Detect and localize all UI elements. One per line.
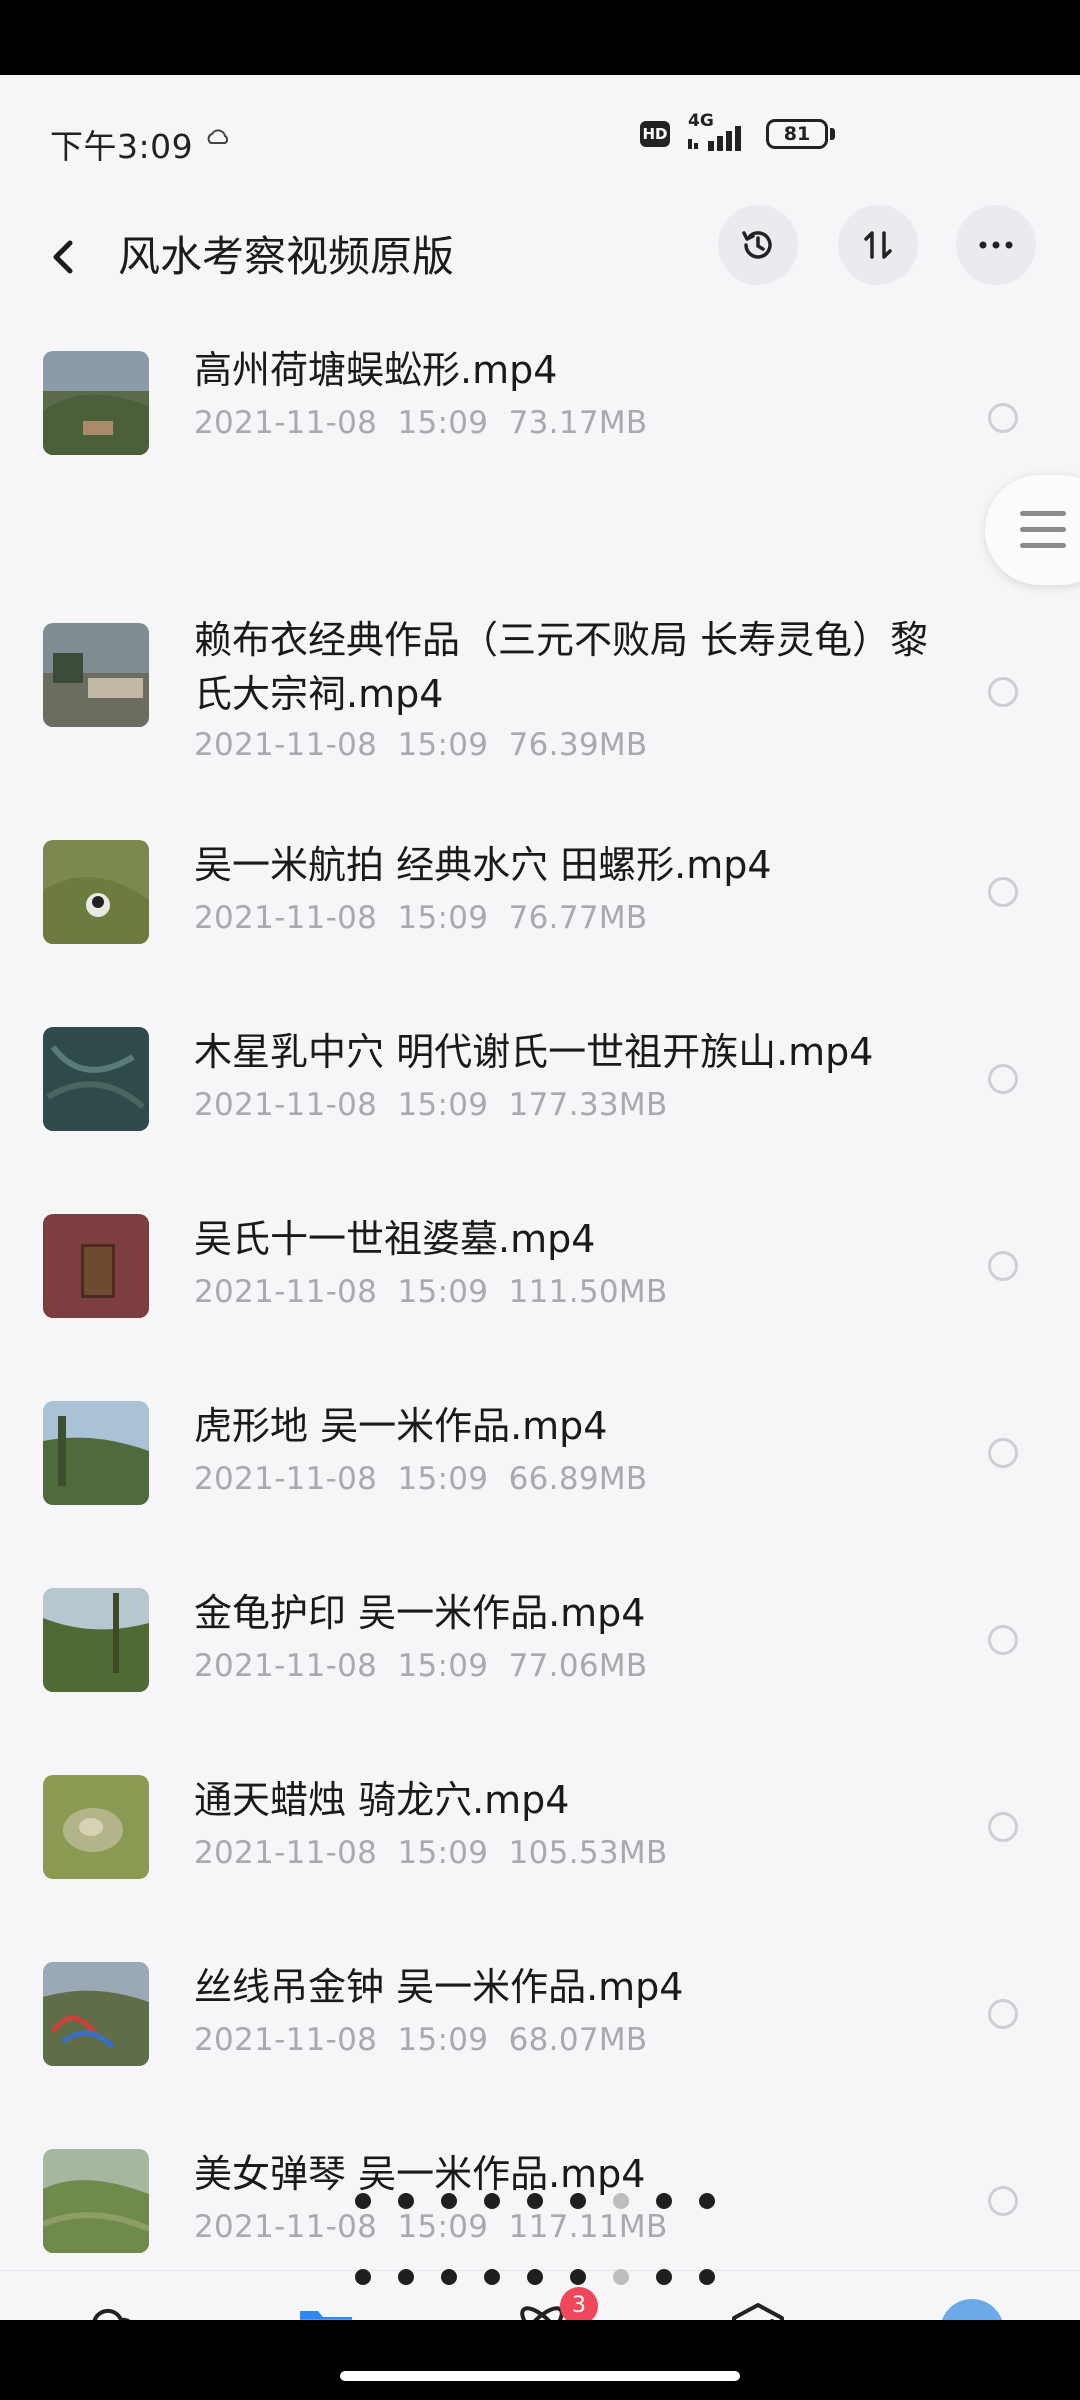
file-meta: 2021-11-08 15:09 73.17MB xyxy=(194,405,648,441)
battery-indicator: 81 xyxy=(766,119,828,149)
file-meta: 2021-11-08 15:09 68.07MB xyxy=(194,2022,648,2058)
dot xyxy=(441,2269,457,2285)
dot xyxy=(527,2269,543,2285)
home-indicator[interactable] xyxy=(340,2371,740,2381)
floating-menu-handle[interactable] xyxy=(985,475,1080,585)
file-meta: 2021-11-08 15:09 111.50MB xyxy=(194,1274,668,1310)
video-thumbnail xyxy=(43,1214,149,1318)
file-meta: 2021-11-08 15:09 76.77MB xyxy=(194,900,648,936)
dot xyxy=(484,2193,500,2209)
file-name: 赖布衣经典作品（三元不败局 长寿灵龟）黎氏大宗祠.mp4 xyxy=(194,618,929,716)
select-checkbox[interactable] xyxy=(988,677,1018,707)
dot xyxy=(699,2193,715,2209)
page-title: 风水考察视频原版 xyxy=(118,232,455,281)
back-button[interactable] xyxy=(40,225,90,290)
dot xyxy=(355,2193,371,2209)
select-checkbox[interactable] xyxy=(988,1064,1018,1094)
file-name: 高州荷塘蜈蚣形.mp4 xyxy=(194,348,558,392)
select-checkbox[interactable] xyxy=(988,1625,1018,1655)
status-time: 下午3:09 xyxy=(50,127,194,166)
sort-button[interactable] xyxy=(838,205,918,285)
dot xyxy=(613,2269,629,2285)
file-name: 通天蜡烛 骑龙穴.mp4 xyxy=(194,1778,570,1822)
folder-icon xyxy=(300,2311,352,2320)
file-meta: 2021-11-08 15:09 177.33MB xyxy=(194,1087,668,1123)
dot xyxy=(398,2269,414,2285)
select-checkbox[interactable] xyxy=(988,1999,1018,2029)
avatar xyxy=(940,2299,1004,2320)
video-thumbnail xyxy=(43,1962,149,2066)
file-meta: 2021-11-08 15:09 66.89MB xyxy=(194,1461,648,1497)
dot xyxy=(656,2193,672,2209)
file-meta: 2021-11-08 15:09 105.53MB xyxy=(194,1835,668,1871)
status-indicators: HD 4G 81 xyxy=(640,111,840,155)
more-icon xyxy=(979,241,1013,249)
app-screen: 下午3:09 HD 4G 81 风水考察视频原版 高州荷塘蜈蚣形.mp4 202… xyxy=(0,75,1080,2320)
signal-icon xyxy=(688,126,741,151)
battery-tip xyxy=(830,128,835,140)
select-checkbox[interactable] xyxy=(988,2186,1018,2216)
history-icon xyxy=(742,231,772,259)
select-checkbox[interactable] xyxy=(988,403,1018,433)
video-thumbnail xyxy=(43,1401,149,1505)
bottom-bezel xyxy=(0,2320,1080,2400)
file-name: 金龟护印 吴一米作品.mp4 xyxy=(194,1591,646,1635)
dot xyxy=(656,2269,672,2285)
dot xyxy=(570,2193,586,2209)
select-checkbox[interactable] xyxy=(988,1438,1018,1468)
file-name: 吴一米航拍 经典水穴 田螺形.mp4 xyxy=(194,843,772,887)
dot-pattern-overlay xyxy=(355,2193,735,2320)
video-thumbnail xyxy=(43,351,149,455)
dot xyxy=(527,2193,543,2209)
video-thumbnail xyxy=(43,840,149,944)
hd-badge: HD xyxy=(640,121,670,147)
dot xyxy=(355,2269,371,2285)
video-thumbnail xyxy=(43,2149,149,2253)
select-checkbox[interactable] xyxy=(988,877,1018,907)
dot xyxy=(699,2269,715,2285)
file-name: 丝线吊金钟 吴一米作品.mp4 xyxy=(194,1965,684,2009)
video-thumbnail xyxy=(43,1775,149,1879)
video-thumbnail xyxy=(43,1588,149,1692)
cloud-icon xyxy=(92,2308,130,2320)
sort-icon xyxy=(864,231,892,259)
dot xyxy=(613,2193,629,2209)
file-meta: 2021-11-08 15:09 77.06MB xyxy=(194,1648,648,1684)
menu-line xyxy=(1020,527,1066,532)
history-button[interactable] xyxy=(718,205,798,285)
dot xyxy=(484,2269,500,2285)
file-name: 虎形地 吴一米作品.mp4 xyxy=(194,1404,608,1448)
video-thumbnail xyxy=(43,623,149,727)
file-meta: 2021-11-08 15:09 76.39MB xyxy=(194,727,648,763)
cloud-sync-icon xyxy=(207,129,229,144)
menu-line xyxy=(1020,511,1066,516)
video-thumbnail xyxy=(43,1027,149,1131)
dot xyxy=(570,2269,586,2285)
file-name: 木星乳中穴 明代谢氏一世祖开族山.mp4 xyxy=(194,1030,874,1074)
select-checkbox[interactable] xyxy=(988,1251,1018,1281)
more-button[interactable] xyxy=(956,205,1036,285)
dot xyxy=(398,2193,414,2209)
cube-icon xyxy=(732,2303,784,2320)
menu-line xyxy=(1020,543,1066,548)
dot xyxy=(441,2193,457,2209)
top-bezel xyxy=(0,0,1080,75)
select-checkbox[interactable] xyxy=(988,1812,1018,1842)
nav-home[interactable]: 首页 xyxy=(28,2271,188,2320)
file-name: 吴氏十一世祖婆墓.mp4 xyxy=(194,1217,596,1261)
nav-mine[interactable]: 我的 xyxy=(892,2271,1052,2320)
